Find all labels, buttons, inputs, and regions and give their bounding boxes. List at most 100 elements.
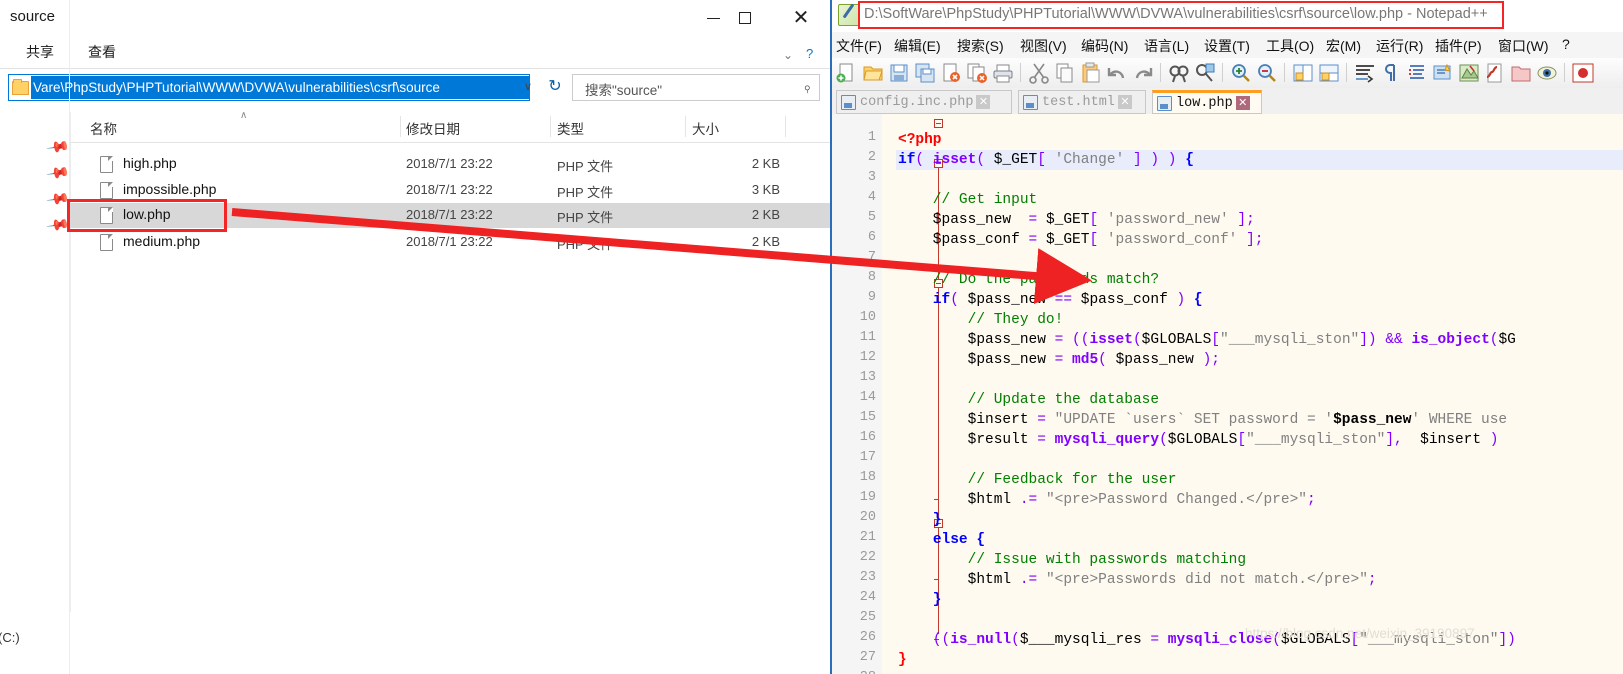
address-dropdown-icon[interactable]: ∨ — [524, 80, 532, 93]
file-name: medium.php — [123, 233, 201, 249]
column-header-name[interactable]: 名称 — [90, 118, 117, 138]
menu-item-settings[interactable]: 设置(T) — [1204, 36, 1250, 56]
menu-item-plugins[interactable]: 插件(P) — [1435, 36, 1482, 56]
menu-item-run[interactable]: 运行(R) — [1376, 36, 1423, 56]
save-icon[interactable] — [888, 62, 910, 84]
function-list-icon[interactable] — [1484, 62, 1506, 84]
notepadpp-title-bar: D:\SoftWare\PhpStudy\PHPTutorial\WWW\DVW… — [832, 0, 1623, 32]
close-icon: ✕ — [792, 7, 810, 29]
menu-item-file[interactable]: 文件(F) — [836, 36, 882, 56]
chevron-down-icon[interactable]: ⌄ — [783, 48, 793, 62]
sync-h-scroll-icon[interactable] — [1318, 62, 1340, 84]
menu-item-macro[interactable]: 宏(M) — [1326, 36, 1361, 56]
close-all-icon[interactable] — [966, 62, 988, 84]
file-type: PHP 文件 — [557, 210, 614, 225]
show-all-chars-icon[interactable] — [1380, 62, 1402, 84]
zoom-out-icon[interactable] — [1256, 62, 1278, 84]
zoom-in-icon[interactable] — [1230, 62, 1252, 84]
notepadpp-tab-bar: config.inc.php ✕ test.html ✕ low.php ✕ — [832, 88, 1623, 114]
tab-test-html[interactable]: test.html ✕ — [1018, 90, 1146, 114]
column-header-size[interactable]: 大小 — [692, 118, 719, 138]
open-file-icon[interactable] — [862, 62, 884, 84]
paste-icon[interactable] — [1080, 62, 1102, 84]
column-header-type[interactable]: 类型 — [557, 118, 584, 138]
column-divider[interactable] — [785, 116, 786, 137]
menu-item-window[interactable]: 窗口(W) — [1498, 36, 1549, 56]
user-lang-icon[interactable] — [1432, 62, 1454, 84]
copy-icon[interactable] — [1054, 62, 1076, 84]
explorer-address-row: Vare\PhpStudy\PHPTutorial\WWW\DVWA\vulne… — [0, 72, 830, 106]
line-number: 16 — [859, 430, 876, 445]
record-macro-icon[interactable] — [1572, 62, 1594, 84]
column-header-date[interactable]: 修改日期 — [406, 118, 460, 138]
find-icon[interactable] — [1168, 62, 1190, 84]
cut-icon[interactable] — [1028, 62, 1050, 84]
line-number: 24 — [859, 590, 876, 605]
line-number: 22 — [859, 550, 876, 565]
column-divider[interactable] — [550, 116, 551, 137]
menu-item-language[interactable]: 语言(L) — [1144, 36, 1189, 56]
undo-icon[interactable] — [1106, 62, 1128, 84]
code-editor[interactable]: 1 2 3 4 5 6 7 8 9 10 11 12 13 14 15 16 17 18 19 20 21 22 23 24 2… — [832, 114, 1623, 674]
line-number: 10 — [859, 310, 876, 325]
maximize-icon — [739, 12, 751, 24]
tab-config-inc-php[interactable]: config.inc.php ✕ — [836, 90, 1012, 114]
search-icon: ⌕ — [798, 78, 816, 96]
sync-v-scroll-icon[interactable] — [1292, 62, 1314, 84]
fold-margin[interactable] — [882, 114, 943, 674]
menu-item-view[interactable]: 视图(V) — [1020, 36, 1067, 56]
menu-item-help[interactable]: ? — [1562, 36, 1570, 52]
replace-icon[interactable] — [1194, 62, 1216, 84]
print-icon[interactable] — [992, 62, 1014, 84]
column-divider[interactable] — [400, 116, 401, 137]
drive-label: (C:) — [0, 630, 20, 645]
pin-icon[interactable]: 📌 — [46, 134, 72, 160]
save-all-icon[interactable] — [914, 62, 936, 84]
new-file-icon[interactable] — [836, 62, 858, 84]
close-tab-icon[interactable]: ✕ — [1117, 95, 1132, 109]
quick-access-rail: 📌 📌 📌 📌 — [0, 112, 71, 612]
doc-map-icon[interactable] — [1458, 62, 1480, 84]
pin-icon[interactable]: 📌 — [46, 160, 72, 186]
line-number: 11 — [859, 330, 876, 345]
line-number: 4 — [867, 190, 876, 205]
file-type: PHP 文件 — [557, 159, 614, 174]
column-divider[interactable] — [685, 116, 686, 137]
ribbon-divider — [0, 68, 830, 69]
line-number: 7 — [867, 250, 876, 265]
close-tab-icon[interactable]: ✕ — [976, 95, 991, 109]
close-tab-icon[interactable]: ✕ — [1235, 96, 1250, 110]
file-date: 2018/7/1 23:22 — [406, 156, 493, 171]
word-wrap-icon[interactable] — [1354, 62, 1376, 84]
menu-item-edit[interactable]: 编辑(E) — [894, 36, 941, 56]
maximize-button[interactable] — [722, 0, 768, 36]
file-date: 2018/7/1 23:22 — [406, 234, 493, 249]
menu-item-encoding[interactable]: 编码(N) — [1081, 36, 1128, 56]
redo-icon[interactable] — [1132, 62, 1154, 84]
close-button[interactable]: ✕ — [778, 0, 824, 36]
monitor-icon[interactable] — [1536, 62, 1558, 84]
line-number: 2 — [867, 150, 876, 165]
search-input[interactable]: 搜索"source" ⌕ — [572, 74, 820, 101]
table-row[interactable]: high.php 2018/7/1 23:22 PHP 文件 2 KB — [70, 152, 830, 177]
address-bar[interactable]: Vare\PhpStudy\PHPTutorial\WWW\DVWA\vulne… — [8, 74, 530, 101]
file-type: PHP 文件 — [557, 185, 614, 200]
menu-item-search[interactable]: 搜索(S) — [957, 36, 1004, 56]
refresh-icon[interactable]: ↻ — [544, 76, 566, 98]
tab-low-php[interactable]: low.php ✕ — [1152, 90, 1262, 114]
line-number: 3 — [867, 170, 876, 185]
line-number: 14 — [859, 390, 876, 405]
menu-item-tools[interactable]: 工具(O) — [1266, 36, 1314, 56]
ribbon-tab-view[interactable]: 查看 — [88, 42, 116, 62]
file-icon — [1157, 95, 1172, 111]
table-row[interactable]: medium.php 2018/7/1 23:22 PHP 文件 2 KB — [70, 230, 830, 255]
folder-as-workspace-icon[interactable] — [1510, 62, 1532, 84]
line-number: 25 — [859, 610, 876, 625]
indent-guide-icon[interactable] — [1406, 62, 1428, 84]
file-date: 2018/7/1 23:22 — [406, 182, 493, 197]
close-file-icon[interactable] — [940, 62, 962, 84]
ribbon-tab-share[interactable]: 共享 — [26, 42, 54, 62]
line-number: 6 — [867, 230, 876, 245]
help-icon[interactable]: ? — [806, 46, 813, 61]
code-text-area[interactable]: <?php if( isset( $_GET[ 'Change' ] ) ) {… — [898, 114, 1623, 674]
